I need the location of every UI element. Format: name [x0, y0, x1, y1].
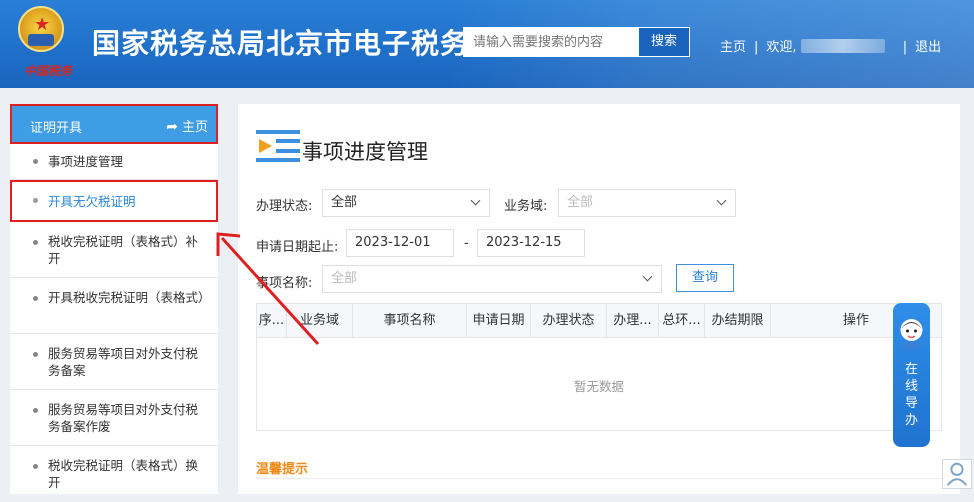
date-range-label: 申请日期起止:: [256, 240, 339, 255]
back-arrow-icon: ➦: [166, 119, 178, 135]
date-to-input[interactable]: 2023-12-15: [477, 229, 585, 257]
query-button[interactable]: 查询: [676, 264, 734, 292]
chevron-down-icon: [642, 271, 653, 282]
site-header: ★ 中国税务 国家税务总局北京市电子税务局 搜索 主页|欢迎, |退出: [0, 0, 974, 88]
user-name-redacted: [800, 39, 885, 53]
bullet-icon: [33, 352, 38, 357]
column-header-deadline[interactable]: 办结期限: [705, 304, 771, 338]
home-link[interactable]: 主页: [720, 36, 746, 55]
bullet-icon: [33, 296, 38, 301]
online-guide-button[interactable]: 在 线 导 办: [893, 303, 930, 447]
logout-link[interactable]: 退出: [915, 36, 941, 55]
domain-label: 业务域:: [504, 199, 548, 214]
bullet-icon: [33, 198, 38, 203]
main-panel: 事项进度管理 办理状态: 全部 业务域: 全部 申请日期起止: 2023-12-…: [238, 104, 960, 494]
sidebar-item-service-trade-filing[interactable]: 服务贸易等项目对外支付税务备案: [10, 334, 218, 390]
progress-menu-icon: [256, 130, 300, 162]
sidebar-item-issue-certificate[interactable]: 开具税收完税证明（表格式）: [10, 278, 218, 334]
page-title: 事项进度管理: [302, 140, 428, 164]
table-header: 序... 业务域 事项名称 申请日期 办理状态 办理... 总环... 办结期限…: [257, 304, 941, 338]
column-header-total-steps[interactable]: 总环...: [659, 304, 705, 338]
domain-select[interactable]: 全部: [558, 189, 736, 217]
tax-emblem-icon: ★: [18, 6, 64, 52]
assistant-person-icon[interactable]: [942, 459, 972, 489]
status-label: 办理状态:: [256, 199, 313, 214]
bullet-icon: [33, 408, 38, 413]
item-name-label: 事项名称:: [256, 276, 313, 291]
customer-service-avatar-icon: [900, 319, 923, 349]
emblem-caption: 中国税务: [24, 64, 73, 78]
top-links: 主页 | 欢迎, | 退出: [720, 36, 941, 55]
sidebar: 证明开具 ➦ 主页 事项进度管理 开具无欠税证明 税收完税证明（表格式）补开 开具…: [10, 104, 218, 494]
status-select[interactable]: 全部: [322, 189, 490, 217]
tip-title: 温馨提示: [256, 462, 309, 477]
column-header-item-name[interactable]: 事项名称: [353, 304, 467, 338]
star-icon: ★: [34, 14, 51, 35]
empty-state: 暂无数据: [573, 379, 624, 394]
column-header-status[interactable]: 办理状态: [531, 304, 607, 338]
bullet-icon: [33, 159, 38, 164]
sidebar-title: 证明开具: [30, 121, 83, 136]
date-separator: -: [464, 236, 469, 251]
column-header-apply-date[interactable]: 申请日期: [467, 304, 531, 338]
item-name-select[interactable]: 全部: [322, 265, 662, 293]
bullet-icon: [33, 240, 38, 245]
date-from-input[interactable]: 2023-12-01: [346, 229, 454, 257]
sidebar-home-button[interactable]: ➦ 主页: [166, 116, 208, 135]
online-guide-label: 在 线 导 办: [904, 362, 918, 428]
sidebar-item-reissue-certificate[interactable]: 税收完税证明（表格式）补开: [10, 222, 218, 278]
chevron-down-icon: [716, 195, 727, 206]
sidebar-header: 证明开具 ➦ 主页: [10, 104, 218, 144]
sidebar-item-no-tax-arrears[interactable]: 开具无欠税证明: [10, 180, 218, 222]
welcome-text: 欢迎,: [766, 40, 797, 55]
column-header-domain[interactable]: 业务域: [287, 304, 353, 338]
bullet-icon: [33, 464, 38, 469]
progress-table: 序... 业务域 事项名称 申请日期 办理状态 办理... 总环... 办结期限…: [256, 303, 942, 431]
site-title: 国家税务总局北京市电子税务局: [92, 27, 464, 60]
column-header-seq[interactable]: 序...: [257, 304, 287, 338]
search-button[interactable]: 搜索: [638, 27, 690, 57]
sidebar-item-service-trade-void[interactable]: 服务贸易等项目对外支付税务备案作废: [10, 390, 218, 446]
search-input[interactable]: [463, 27, 638, 57]
chevron-down-icon: [470, 195, 481, 206]
tip-divider: [256, 478, 946, 479]
column-header-handle[interactable]: 办理...: [607, 304, 659, 338]
sidebar-item-progress[interactable]: 事项进度管理: [10, 144, 218, 180]
